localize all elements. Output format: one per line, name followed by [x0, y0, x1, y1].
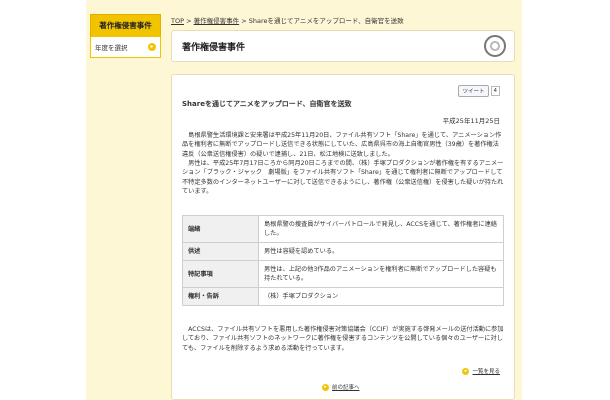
sidebar-heading: 著作権侵害事件: [90, 14, 161, 36]
article-title: Shareを通じてアニメをアップロード、自衛官を送致: [182, 100, 352, 108]
tweet-button[interactable]: ツイート: [458, 85, 489, 97]
tweet-widget: ツイート 4: [458, 85, 500, 97]
breadcrumb-top-link[interactable]: TOP: [171, 17, 184, 25]
article-paragraph-1: 島根県警生活環境課と安来署は平成25年11月20日、ファイル共有ソフト「Shar…: [182, 132, 502, 158]
arrow-circle-icon: ▸: [462, 367, 470, 375]
article-paragraph-3: ACCSは、ファイル共有ソフトを悪用した著作権侵害対策協議会（CCIF）が実施す…: [182, 326, 504, 352]
year-select-label: 年度を選択: [95, 44, 128, 52]
page-title: 著作権侵害事件: [182, 43, 246, 53]
table-key: 権利・告訴: [182, 287, 259, 306]
breadcrumb: TOP > 著作権侵害事件 > Shareを通じてアニメをアップロード、自衛官を…: [171, 15, 404, 25]
article-paragraph-2: 男性は、平成25年7月17日ころから同月20日ころまでの間、（株）手塚プロダクシ…: [182, 160, 504, 196]
sidebar: 著作権侵害事件 年度を選択 ▸: [90, 14, 161, 58]
tweet-count: 4: [490, 86, 500, 96]
table-value: 男性は容疑を認めている。: [258, 242, 504, 261]
table-row: 端緒 島根県警の捜査員がサイバーパトロールで発見し、ACCSを通じて、著作権者に…: [182, 215, 504, 243]
breadcrumb-current: Shareを通じてアニメをアップロード、自衛官を送致: [248, 17, 404, 25]
breadcrumb-separator: >: [186, 17, 192, 25]
table-row: 権利・告訴 （株）手塚プロダクション: [182, 287, 504, 306]
case-info-table: 端緒 島根県警の捜査員がサイバーパトロールで発見し、ACCSを通じて、著作権者に…: [182, 215, 504, 306]
table-key: 端緒: [182, 215, 259, 243]
breadcrumb-separator: >: [241, 17, 247, 25]
table-key: 供述: [182, 242, 259, 261]
article-date: 平成25年11月25日: [442, 117, 500, 125]
arrow-circle-icon: ▸: [148, 43, 156, 51]
year-select-link[interactable]: 年度を選択 ▸: [90, 36, 161, 58]
disc-icon: [484, 35, 506, 57]
table-value: 男性は、上記の他3作品のアニメーションを権利者に無断でアップロードした容疑も持た…: [258, 260, 504, 288]
table-value: （株）手塚プロダクション: [258, 287, 504, 306]
list-link-label: 一覧を見る: [472, 369, 500, 375]
article-panel: ツイート 4 Shareを通じてアニメをアップロード、自衛官を送致 平成25年1…: [171, 74, 515, 400]
list-link[interactable]: ▸ 一覧を見る: [462, 367, 500, 375]
page-title-box: 著作権侵害事件: [171, 30, 515, 62]
table-row: 供述 男性は容疑を認めている。: [182, 242, 504, 261]
breadcrumb-category-link[interactable]: 著作権侵害事件: [194, 17, 240, 25]
prev-article-label: 前の記事へ: [332, 385, 360, 391]
table-row: 特記事項 男性は、上記の他3作品のアニメーションを権利者に無断でアップロードした…: [182, 260, 504, 288]
table-key: 特記事項: [182, 260, 259, 288]
prev-article-link[interactable]: ▸ 前の記事へ: [322, 383, 360, 391]
table-value: 島根県警の捜査員がサイバーパトロールで発見し、ACCSを通じて、著作権者に連絡し…: [258, 215, 504, 243]
arrow-circle-icon: ▸: [322, 383, 329, 391]
